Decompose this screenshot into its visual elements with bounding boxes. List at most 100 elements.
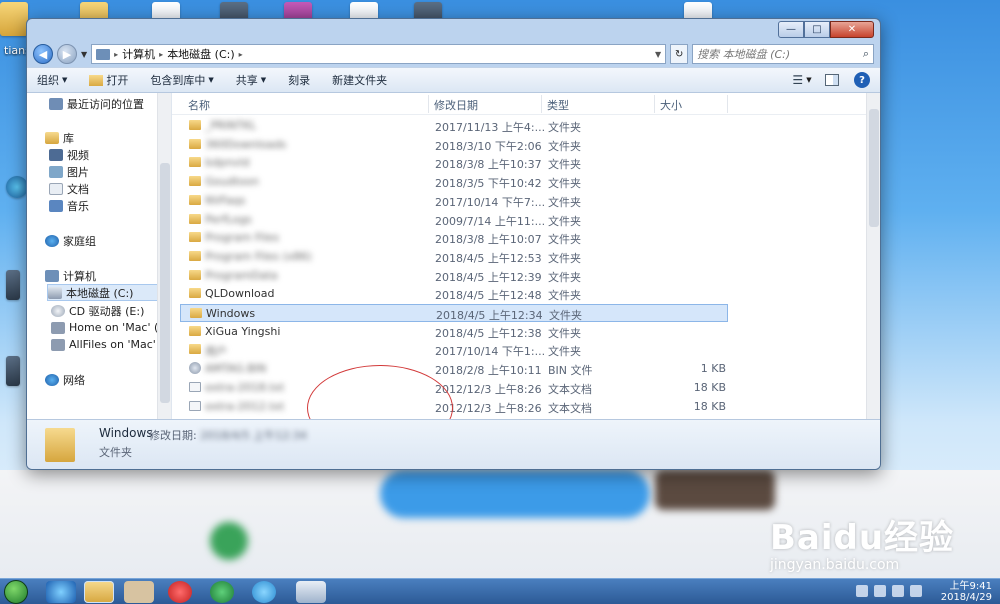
address-dropdown-icon[interactable]: ▼ <box>655 50 661 59</box>
file-row[interactable]: ProgramData 2018/4/5 上午12:39 文件夹 <box>180 267 728 285</box>
desktop-folder-icon[interactable] <box>0 2 28 36</box>
include-in-library-button[interactable]: 包含到库中 ▼ <box>150 72 213 88</box>
preview-pane-button[interactable] <box>824 73 840 87</box>
file-type: 文件夹 <box>548 251 581 265</box>
nav-item-cd-drive-e[interactable]: CD 驱动器 (E:) <box>51 302 144 319</box>
file-row[interactable]: Goudtoon 2018/3/5 下午10:42 文件夹 <box>180 173 728 191</box>
file-name: 360Downloads <box>205 137 287 151</box>
column-header-size[interactable]: 大小 <box>660 97 682 113</box>
refresh-button[interactable]: ↻ <box>670 44 689 64</box>
breadcrumb-computer[interactable]: 计算机 <box>122 46 155 62</box>
column-divider[interactable] <box>428 95 429 113</box>
title-bar[interactable]: — □ ✕ <box>27 19 880 41</box>
help-button[interactable]: ? <box>854 72 870 88</box>
address-bar[interactable]: ▸ 计算机 ▸ 本地磁盘 (C:) ▸ ▼ <box>91 44 667 64</box>
nav-item-home-on-mac[interactable]: Home on 'Mac' (Y <box>51 319 165 336</box>
nav-item-local-disk-c[interactable]: 本地磁盘 (C:) <box>47 284 159 301</box>
nav-scrollbar[interactable] <box>157 93 171 419</box>
organize-button[interactable]: 组织 ▼ <box>37 72 67 88</box>
file-row[interactable]: 360Downloads 2018/3/10 下午2:06 文件夹 <box>180 136 728 154</box>
file-row[interactable]: extra-2018.txt 2012/12/3 上午8:26 文本文档 18 KB <box>180 379 728 397</box>
column-header-type[interactable]: 类型 <box>547 97 569 113</box>
column-header-date[interactable]: 修改日期 <box>434 97 478 113</box>
column-header-name[interactable]: 名称 <box>188 97 210 113</box>
nav-item-network[interactable]: 网络 <box>45 371 85 388</box>
nav-item-documents[interactable]: 文档 <box>49 180 89 197</box>
desktop-app-icon[interactable] <box>6 270 20 300</box>
file-type: 文件夹 <box>548 270 581 284</box>
app-icon[interactable] <box>168 581 192 603</box>
file-row[interactable]: extra-2012.txt 2012/12/3 上午8:26 文本文档 18 KB <box>180 398 728 416</box>
column-divider[interactable] <box>541 95 542 113</box>
nav-item-pictures[interactable]: 图片 <box>49 163 89 180</box>
file-row[interactable]: Program Files 2018/3/8 上午10:07 文件夹 <box>180 229 728 247</box>
recent-pages-dropdown[interactable]: ▼ <box>81 50 87 59</box>
file-row[interactable]: NVFaqs 2017/10/14 下午7:... 文件夹 <box>180 192 728 210</box>
back-button[interactable]: ◀ <box>33 44 53 64</box>
breadcrumb-separator[interactable]: ▸ <box>159 50 163 59</box>
nav-label: AllFiles on 'Mac' ( <box>69 338 164 351</box>
maximize-button[interactable]: □ <box>804 21 830 38</box>
folder-icon <box>45 428 75 462</box>
ie-icon[interactable] <box>46 581 76 603</box>
share-button[interactable]: 共享 ▼ <box>236 72 266 88</box>
file-scrollbar[interactable] <box>866 93 880 419</box>
file-type: 文本文档 <box>548 382 592 396</box>
nav-scrollbar-thumb[interactable] <box>160 163 170 403</box>
app-icon[interactable] <box>296 581 326 603</box>
taskbar: 上午9:41 2018/4/29 <box>0 578 1000 604</box>
app-icon[interactable] <box>252 581 276 603</box>
column-headers: 名称 修改日期 类型 大小 <box>172 93 880 115</box>
file-date: 2018/3/10 下午2:06 <box>435 139 542 153</box>
new-folder-button[interactable]: 新建文件夹 <box>332 72 387 88</box>
nav-item-computer[interactable]: 计算机 <box>45 267 96 284</box>
close-button[interactable]: ✕ <box>830 21 874 38</box>
minimize-button[interactable]: — <box>778 21 804 38</box>
nav-item-music[interactable]: 音乐 <box>49 197 89 214</box>
column-divider[interactable] <box>654 95 655 113</box>
file-row[interactable]: Windows 2018/4/5 上午12:34 文件夹 <box>180 304 728 322</box>
file-row[interactable]: PerfLogs 2009/7/14 上午11:... 文件夹 <box>180 211 728 229</box>
folder-icon <box>189 157 201 168</box>
nav-item-library[interactable]: 库 <box>45 129 74 146</box>
app-icon[interactable] <box>124 581 154 603</box>
file-name: Program Files <box>205 231 280 245</box>
flag-icon[interactable] <box>874 585 886 597</box>
file-row[interactable]: QLDownload 2018/4/5 上午12:48 文件夹 <box>180 285 728 303</box>
file-name: Windows <box>206 307 256 320</box>
forward-button[interactable]: ▶ <box>57 44 77 64</box>
app-icon[interactable] <box>210 581 234 603</box>
file-row[interactable]: _PRINTKL 2017/11/13 上午4:... 文件夹 <box>180 117 728 135</box>
nav-item-videos[interactable]: 视频 <box>49 146 89 163</box>
nav-item-allfiles-on-mac[interactable]: AllFiles on 'Mac' ( <box>51 336 164 353</box>
file-name: extra-2012.txt <box>205 399 285 413</box>
file-row[interactable]: XiGua Yingshi 2018/4/5 上午12:38 文件夹 <box>180 323 728 341</box>
column-divider[interactable] <box>727 95 728 113</box>
view-options-button[interactable]: ☰ ▼ <box>792 73 811 87</box>
breadcrumb-local-disk[interactable]: 本地磁盘 (C:) <box>167 46 234 62</box>
explorer-icon[interactable] <box>84 581 114 603</box>
desktop-recycle-icon[interactable] <box>6 356 20 386</box>
file-type: 文件夹 <box>548 177 581 191</box>
tray-app-icon[interactable] <box>856 585 868 597</box>
search-input[interactable]: 搜索 本地磁盘 (C:) ⌕ <box>692 44 874 64</box>
open-button[interactable]: 打开 <box>89 72 128 88</box>
file-row[interactable]: AMTAG.BIN 2018/2/8 上午10:11 BIN 文件 1 KB <box>180 360 728 378</box>
file-row[interactable]: Program Files (x86) 2018/4/5 上午12:53 文件夹 <box>180 248 728 266</box>
nav-item-homegroup[interactable]: 家庭组 <box>45 232 96 249</box>
nav-item-recent-places[interactable]: 最近访问的位置 <box>49 95 144 112</box>
text-file-icon <box>189 400 201 411</box>
volume-icon[interactable] <box>910 585 922 597</box>
file-date: 2017/10/14 下午1:... <box>435 345 546 359</box>
file-scrollbar-thumb[interactable] <box>869 109 879 227</box>
breadcrumb-separator[interactable]: ▸ <box>114 50 118 59</box>
desktop-globe-icon[interactable] <box>6 176 28 198</box>
breadcrumb-separator[interactable]: ▸ <box>239 50 243 59</box>
file-name: ProgramData <box>205 268 278 282</box>
file-row[interactable]: bdpnvld 2018/3/8 上午10:37 文件夹 <box>180 154 728 172</box>
clock[interactable]: 上午9:41 2018/4/29 <box>941 581 992 603</box>
file-row[interactable]: 用户 2017/10/14 下午1:... 文件夹 <box>180 341 728 359</box>
burn-button[interactable]: 刻录 <box>288 72 310 88</box>
start-button[interactable] <box>4 580 28 604</box>
network-icon[interactable] <box>892 585 904 597</box>
